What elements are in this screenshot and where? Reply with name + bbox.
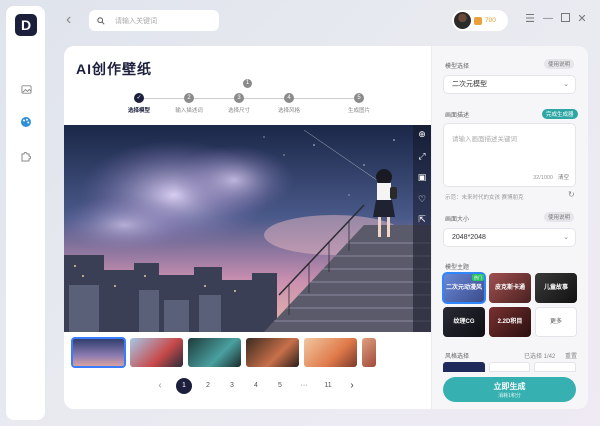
search-box[interactable]: 请输入关键词 xyxy=(89,10,219,31)
prompt-example: 示范：未来时代的女孩 赛博朋克 xyxy=(445,195,524,201)
step-dot: 3 xyxy=(234,93,244,103)
page-ellipsis: ··· xyxy=(300,382,308,389)
theme-label: 皮克斯卡通 xyxy=(494,284,525,291)
theme-label: 纹理CG xyxy=(453,318,475,325)
theme-option[interactable]: 儿童故事 xyxy=(535,273,577,303)
style-label: 风格选择 xyxy=(445,354,470,360)
generate-button[interactable]: 立即生成 消耗1积分 xyxy=(443,377,576,402)
size-label: 画面大小 xyxy=(445,217,470,223)
step-label: 生成图片 xyxy=(347,108,370,114)
theme-grid: 二次元动漫风 热门 皮克斯卡通 儿童故事 纹理CG 2.2D积目 更多 xyxy=(442,272,577,337)
thumbnail[interactable] xyxy=(304,338,357,367)
pagination: ‹ 1 2 3 4 5 ··· 11 › xyxy=(152,376,360,396)
theme-more-button[interactable]: 更多 xyxy=(535,307,577,337)
step-dot: 4 xyxy=(284,93,294,103)
thumbnail[interactable] xyxy=(246,338,299,367)
fullscreen-icon[interactable]: ⤢ xyxy=(416,150,428,162)
prev-page-button[interactable]: ‹ xyxy=(152,378,168,394)
next-page-button[interactable]: › xyxy=(344,378,360,394)
image-toolbar: ⊕ ⤢ ▣ ♡ ⇱ xyxy=(413,125,431,332)
prompt-generator-tag[interactable]: 完成生成器 xyxy=(542,109,578,119)
check-icon: ✓ xyxy=(134,93,144,103)
step-number-marker: 1 xyxy=(243,79,252,88)
back-arrow-icon[interactable]: ‹ xyxy=(66,12,82,28)
page-button[interactable]: 1 xyxy=(176,378,192,394)
search-input[interactable]: 请输入关键词 xyxy=(115,16,157,26)
sidebar: D xyxy=(6,6,45,420)
image-edit-icon[interactable]: ▣ xyxy=(416,171,428,183)
minimize-icon[interactable]: — xyxy=(542,13,554,25)
hot-badge: 热门 xyxy=(472,274,484,281)
theme-label: 二次元动漫风 xyxy=(445,284,482,291)
theme-label: 模型主题 xyxy=(445,265,470,271)
page-button[interactable]: 2 xyxy=(200,378,216,394)
refresh-icon[interactable]: ↻ xyxy=(568,190,575,199)
model-select[interactable]: 二次元模型 ⌄ xyxy=(443,75,576,94)
theme-option[interactable]: 二次元动漫风 热门 xyxy=(442,272,486,304)
theme-option[interactable]: 2.2D积目 xyxy=(489,307,531,337)
step-dot: 2 xyxy=(184,93,194,103)
menu-icon[interactable]: ☰ xyxy=(524,13,536,25)
settings-panel: 模型选择 使用说明 二次元模型 ⌄ 画面描述 完成生成器 请输入画面描述关键词 … xyxy=(431,46,588,409)
model-select-value: 二次元模型 xyxy=(452,81,487,88)
generate-cost: 消耗1积分 xyxy=(498,393,521,399)
image-gallery-icon[interactable] xyxy=(18,81,34,97)
app-logo: D xyxy=(15,14,37,36)
page-button[interactable]: 3 xyxy=(224,378,240,394)
style-option[interactable] xyxy=(488,362,531,372)
style-reset-button[interactable]: 重置 xyxy=(565,351,577,360)
style-option[interactable] xyxy=(443,362,485,372)
points-count: 700 xyxy=(485,17,496,24)
palette-icon[interactable] xyxy=(18,114,34,130)
theme-option[interactable]: 皮克斯卡通 xyxy=(489,273,531,303)
thumbnail[interactable] xyxy=(130,338,183,367)
close-icon[interactable]: ✕ xyxy=(576,13,588,25)
puzzle-icon[interactable] xyxy=(18,148,34,164)
clear-button[interactable]: 清空 xyxy=(558,173,569,181)
thumbnail[interactable] xyxy=(71,337,126,368)
thumbnail[interactable] xyxy=(362,338,376,367)
theme-label: 儿童故事 xyxy=(543,284,568,291)
size-select-value: 2048*2048 xyxy=(452,234,486,241)
generate-label: 立即生成 xyxy=(493,382,526,391)
user-pill[interactable]: 700 xyxy=(452,10,508,31)
maximize-icon[interactable] xyxy=(559,13,571,25)
size-select[interactable]: 2048*2048 ⌄ xyxy=(443,228,576,247)
chevron-down-icon: ⌄ xyxy=(563,81,569,88)
style-option[interactable] xyxy=(534,362,576,372)
model-help-tag[interactable]: 使用说明 xyxy=(544,59,575,69)
app-window: D ‹ 请输入关键词 700 ☰ — ✕ AI创作壁纸 1 ✓ 选择模型 2 输… xyxy=(0,0,600,426)
step-progress: 1 ✓ 选择模型 2 输入描述词 3 选择尺寸 4 选择风格 5 生成图片 xyxy=(124,79,384,115)
prompt-label: 画面描述 xyxy=(445,113,470,119)
avatar[interactable] xyxy=(454,12,471,29)
style-options xyxy=(443,362,576,372)
theme-option[interactable]: 纹理CG xyxy=(443,307,485,337)
coin-icon xyxy=(474,16,482,25)
zoom-in-icon[interactable]: ⊕ xyxy=(416,128,428,140)
step-dot: 5 xyxy=(354,93,364,103)
thumbnail[interactable] xyxy=(188,338,241,367)
heart-icon[interactable]: ♡ xyxy=(416,193,428,205)
step-4[interactable]: 4 选择风格 xyxy=(259,93,319,114)
main-card: AI创作壁纸 1 ✓ 选择模型 2 输入描述词 3 选择尺寸 4 选择风格 5 xyxy=(64,46,431,409)
page-button[interactable]: 4 xyxy=(248,378,264,394)
prompt-placeholder: 请输入画面描述关键词 xyxy=(452,136,517,143)
step-5[interactable]: 5 生成图片 xyxy=(329,93,389,114)
prompt-textarea[interactable]: 请输入画面描述关键词 32/1000 清空 xyxy=(443,123,576,187)
thumbnail-strip xyxy=(71,337,424,368)
preview-image[interactable] xyxy=(64,125,431,332)
page-button[interactable]: 11 xyxy=(320,378,336,394)
share-icon[interactable]: ⇱ xyxy=(416,213,428,225)
char-count: 32/1000 xyxy=(533,175,553,181)
theme-label: 2.2D积目 xyxy=(497,318,523,325)
search-icon xyxy=(97,16,105,25)
page-title: AI创作壁纸 xyxy=(76,61,152,77)
chevron-down-icon: ⌄ xyxy=(563,234,569,241)
size-help-tag[interactable]: 使用说明 xyxy=(544,212,575,222)
theme-label: 更多 xyxy=(549,318,562,325)
model-label: 模型选择 xyxy=(445,64,470,70)
style-selected-count: 已选择 1/42 xyxy=(524,354,556,360)
page-button[interactable]: 5 xyxy=(272,378,288,394)
step-label: 选择风格 xyxy=(277,108,300,114)
